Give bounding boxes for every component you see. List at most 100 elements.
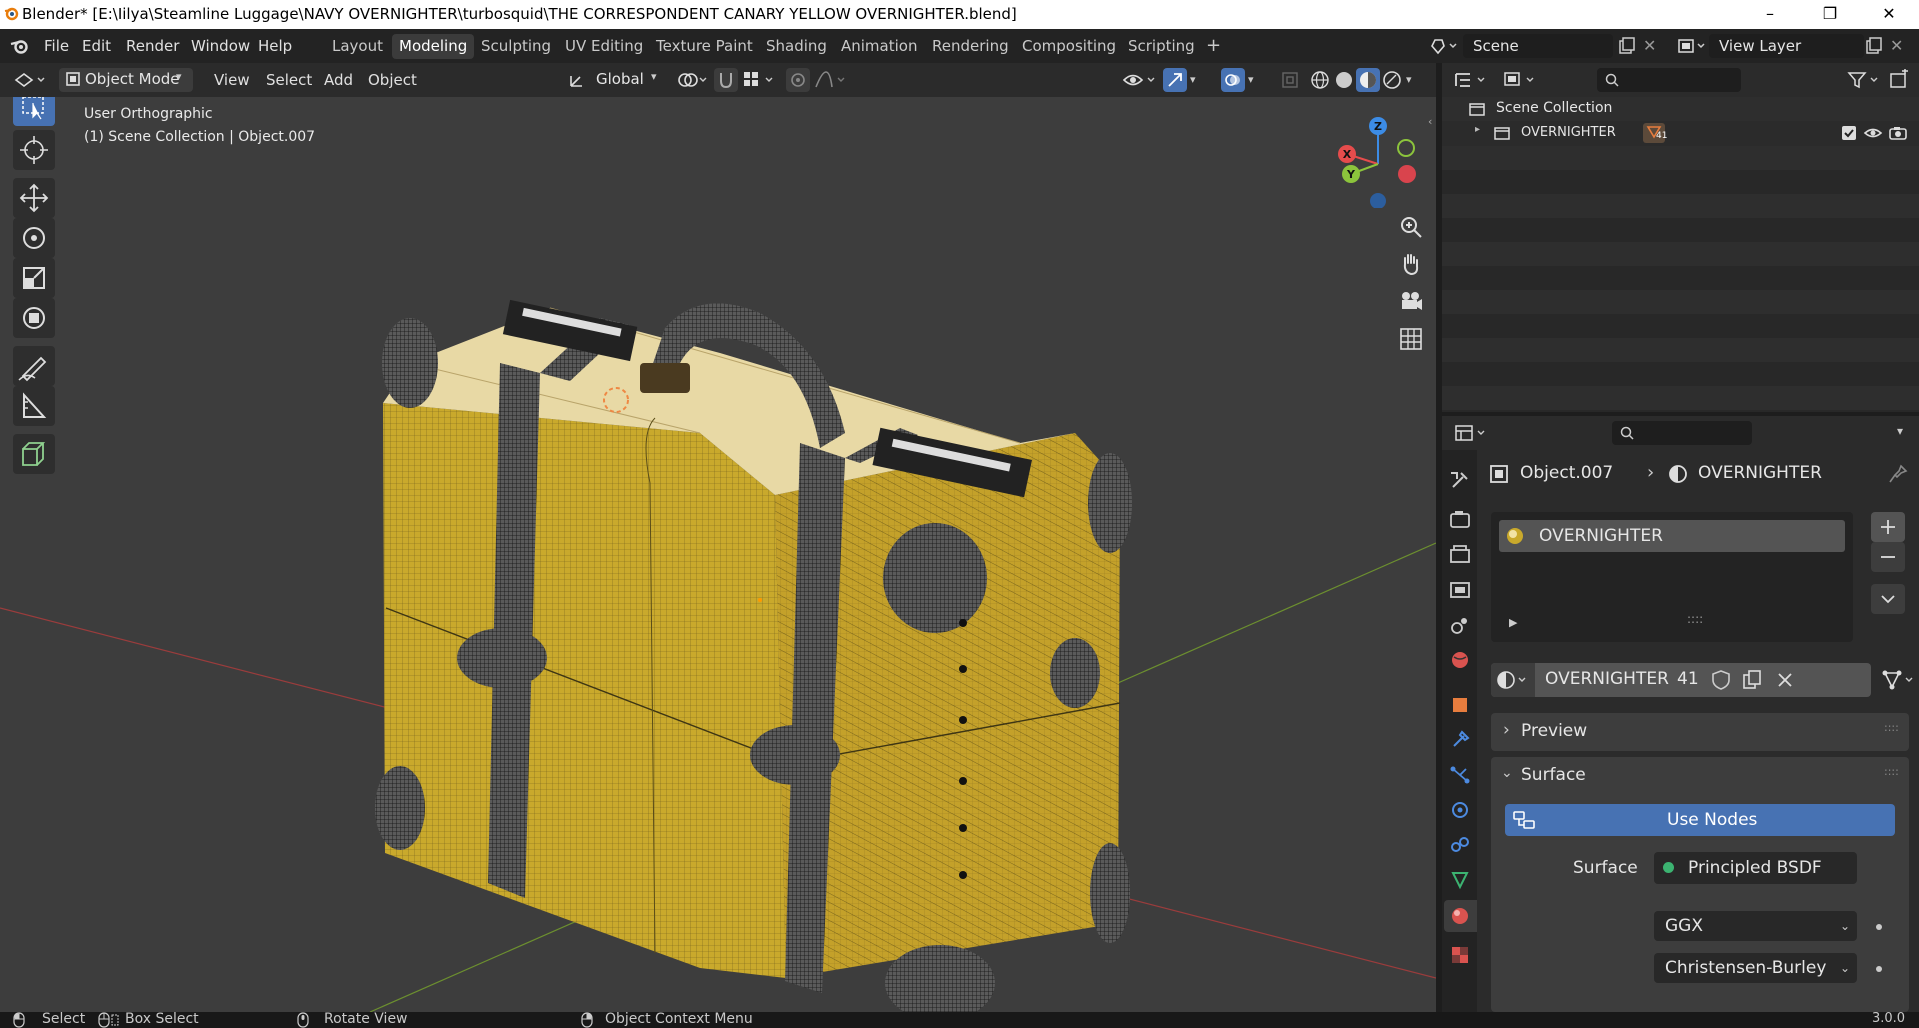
wireframe-shading-icon[interactable]	[1308, 68, 1332, 92]
close-button[interactable]: ✕	[1866, 2, 1912, 28]
texture-tab-icon[interactable]	[1445, 940, 1475, 970]
menu-file[interactable]: File	[38, 35, 75, 57]
material-name-field[interactable]: OVERNIGHTER	[1545, 669, 1669, 689]
grid-view-icon[interactable]	[1397, 325, 1425, 353]
delete-view-layer-icon[interactable]: ✕	[1890, 36, 1908, 56]
chevron-down-icon[interactable]: ▾	[1406, 68, 1424, 92]
view-layer-name-field[interactable]: View Layer	[1709, 34, 1864, 58]
scene-tab-icon[interactable]	[1445, 610, 1475, 640]
add-cube-tool[interactable]	[13, 434, 55, 474]
snap-target-icon[interactable]	[740, 68, 780, 92]
transform-orientation-dropdown[interactable]: Global ▾	[566, 68, 662, 92]
navigation-gizmo[interactable]: Z X Y	[1327, 108, 1417, 208]
menu-object[interactable]: Object	[362, 69, 423, 91]
workspace-tab-uv-editing[interactable]: UV Editing	[558, 34, 650, 59]
properties-search-input[interactable]	[1612, 421, 1752, 445]
filter-icon[interactable]	[1845, 69, 1883, 91]
scene-name-field[interactable]: Scene	[1463, 34, 1613, 58]
material-slot-item[interactable]: OVERNIGHTER	[1499, 520, 1845, 552]
duplicate-material-icon[interactable]	[1741, 669, 1765, 691]
workspace-tab-compositing[interactable]: Compositing	[1015, 34, 1123, 59]
fake-user-shield-icon[interactable]	[1709, 669, 1733, 691]
object-tab-icon[interactable]	[1445, 690, 1475, 720]
render-camera-icon[interactable]	[1888, 125, 1908, 141]
object-data-icon[interactable]: 41	[1643, 123, 1667, 143]
pivot-point-icon[interactable]	[674, 68, 708, 92]
surface-shader-selector[interactable]: Principled BSDF	[1654, 852, 1857, 884]
measure-tool[interactable]	[13, 386, 55, 426]
view-layer-browse-button[interactable]	[1675, 34, 1708, 58]
new-view-layer-icon[interactable]	[1864, 36, 1884, 56]
workspace-tab-sculpting[interactable]: Sculpting	[474, 34, 558, 59]
3d-viewport[interactable]: User Orthographic (1) Scene Collection |…	[0, 63, 1436, 1012]
workspace-tab-texture-paint[interactable]: Texture Paint	[649, 34, 760, 59]
add-workspace-button[interactable]: +	[1199, 34, 1228, 59]
overlays-toggle-icon[interactable]	[1221, 68, 1245, 92]
unlink-material-icon[interactable]	[1773, 669, 1797, 691]
expand-arrow-icon[interactable]: ▸	[1475, 124, 1480, 135]
chevron-down-icon[interactable]: ▾	[1248, 68, 1266, 92]
use-nodes-button[interactable]: Use Nodes	[1505, 804, 1895, 836]
xray-toggle-icon[interactable]	[1278, 68, 1302, 92]
material-tab[interactable]	[1444, 900, 1477, 932]
modifier-tab-icon[interactable]	[1445, 725, 1475, 755]
scene-browse-button[interactable]	[1427, 34, 1460, 58]
pin-icon[interactable]	[1887, 463, 1909, 485]
workspace-tab-shading[interactable]: Shading	[759, 34, 834, 59]
zoom-icon[interactable]	[1397, 213, 1425, 241]
rotate-tool[interactable]	[13, 218, 55, 258]
new-collection-icon[interactable]	[1887, 69, 1911, 91]
transform-tool[interactable]	[13, 298, 55, 338]
menu-render[interactable]: Render	[120, 35, 185, 57]
drag-handle-icon[interactable]: ::::	[1884, 721, 1899, 734]
add-material-slot-button[interactable]	[1871, 512, 1905, 542]
expand-arrow-icon[interactable]: ▶	[1509, 616, 1517, 629]
blender-menu-icon[interactable]	[10, 37, 30, 55]
proportional-edit-icon[interactable]	[786, 68, 810, 92]
outliner-editor-type-icon[interactable]	[1452, 69, 1492, 91]
workspace-tab-modeling[interactable]: Modeling	[392, 34, 475, 59]
workspace-tab-rendering[interactable]: Rendering	[925, 34, 1016, 59]
distribution-dropdown[interactable]: GGX ⌄	[1654, 911, 1857, 941]
tool-tab-icon[interactable]	[1445, 465, 1475, 495]
menu-help[interactable]: Help	[252, 35, 298, 57]
menu-view[interactable]: View	[208, 69, 256, 91]
physics-tab-icon[interactable]	[1445, 795, 1475, 825]
properties-editor-type-icon[interactable]	[1452, 422, 1492, 444]
chevron-down-icon[interactable]: ▾	[1897, 424, 1903, 438]
material-specials-button[interactable]	[1871, 584, 1905, 614]
keyframe-dot-icon[interactable]	[1876, 966, 1882, 972]
cursor-tool[interactable]	[13, 130, 55, 170]
minimize-button[interactable]: –	[1747, 2, 1793, 28]
preview-panel-header[interactable]: › Preview ::::	[1491, 713, 1909, 751]
constraints-tab-icon[interactable]	[1445, 830, 1475, 860]
exclude-checkbox[interactable]	[1842, 126, 1856, 140]
data-tab-icon[interactable]	[1445, 865, 1475, 895]
delete-scene-icon[interactable]: ✕	[1643, 36, 1661, 56]
user-count-label[interactable]: 41	[1677, 669, 1699, 689]
output-tab-icon[interactable]	[1445, 540, 1475, 570]
visibility-eye-icon[interactable]	[1120, 68, 1160, 92]
workspace-tab-layout[interactable]: Layout	[325, 34, 390, 59]
outliner-row[interactable]: Scene Collection	[1442, 97, 1919, 121]
remove-material-slot-button[interactable]	[1871, 542, 1905, 572]
new-scene-icon[interactable]	[1617, 36, 1637, 56]
keyframe-dot-icon[interactable]	[1876, 924, 1882, 930]
view-layer-tab-icon[interactable]	[1445, 575, 1475, 605]
camera-view-icon[interactable]	[1397, 287, 1425, 315]
drag-handle-icon[interactable]: ::::	[1884, 765, 1899, 778]
outliner-item-overnighter[interactable]: ▸ OVERNIGHTER 41	[1442, 121, 1919, 146]
particles-tab-icon[interactable]	[1445, 760, 1475, 790]
render-tab-icon[interactable]	[1445, 505, 1475, 535]
pan-hand-icon[interactable]	[1397, 250, 1425, 278]
snap-toggle-icon[interactable]	[714, 68, 738, 92]
gizmo-toggle-icon[interactable]	[1163, 68, 1187, 92]
object-mode-dropdown[interactable]: Object Mode ▾	[59, 68, 193, 92]
maximize-button[interactable]: ❐	[1807, 2, 1853, 28]
outliner-search-input[interactable]	[1597, 68, 1741, 92]
display-mode-icon[interactable]	[1501, 69, 1541, 91]
annotate-tool[interactable]	[13, 346, 55, 386]
menu-add[interactable]: Add	[318, 69, 359, 91]
visibility-eye-icon[interactable]	[1863, 125, 1883, 141]
material-preview-shading-icon[interactable]	[1356, 68, 1380, 92]
